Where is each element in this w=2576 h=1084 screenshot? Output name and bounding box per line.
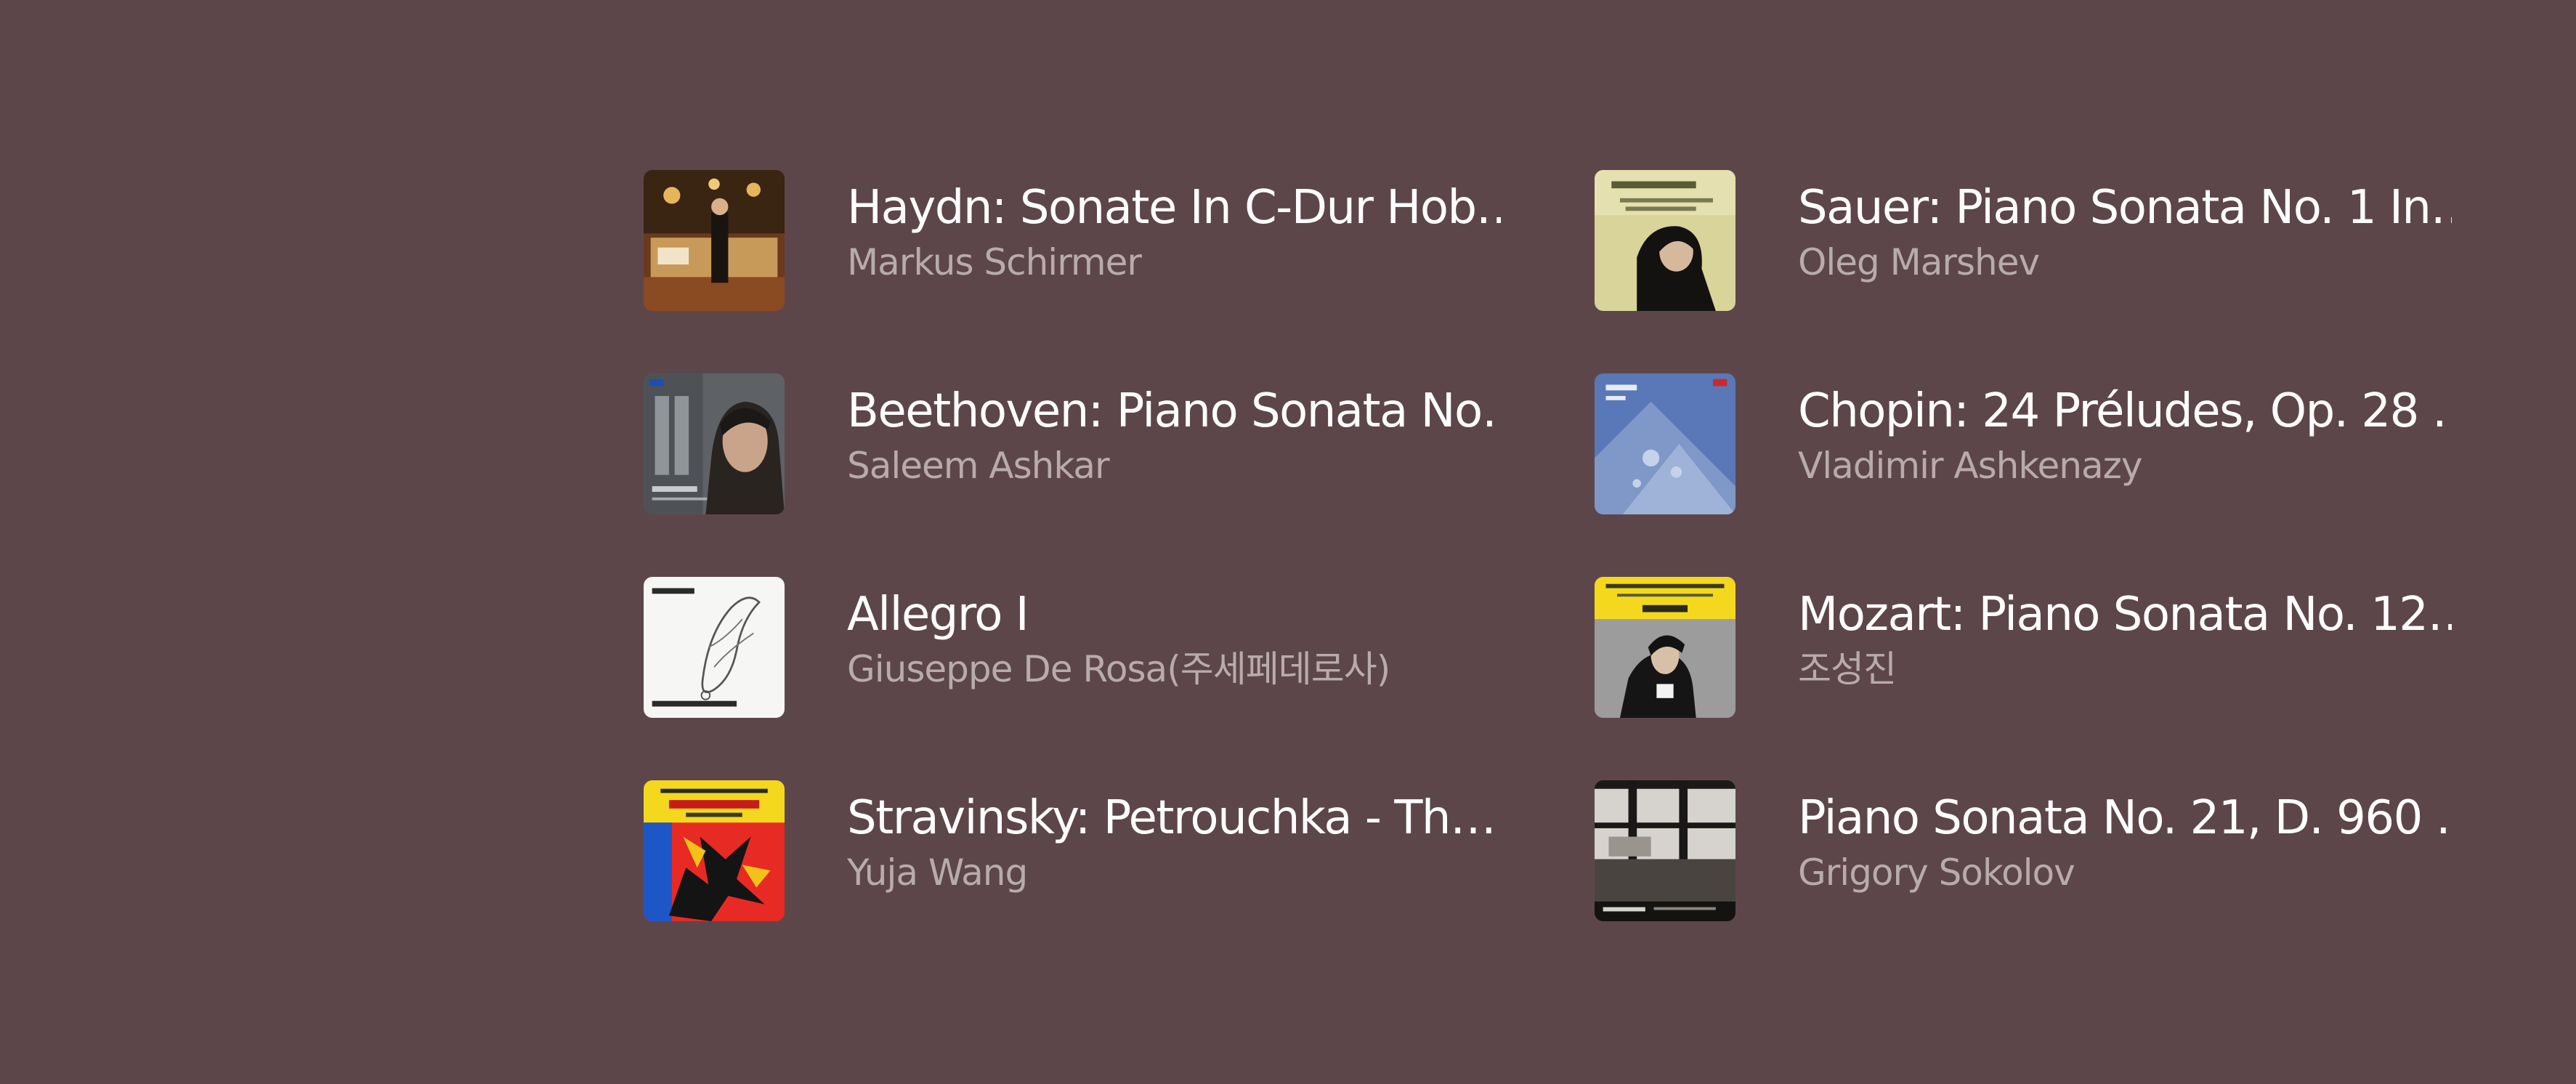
track-item-haydn[interactable]: Haydn: Sonate In C-Dur Hob… Markus Schir… [644,170,1595,373]
track-item-mozart[interactable]: Mozart: Piano Sonata No. 12… 조성진 [1595,577,2545,780]
track-artist[interactable]: Markus Schirmer [847,240,1501,285]
track-title[interactable]: Beethoven: Piano Sonata No… [847,382,1501,440]
album-cover-chopin[interactable] [1595,373,1735,514]
album-cover-allegro[interactable] [644,577,785,718]
track-title[interactable]: Chopin: 24 Préludes, Op. 28 … [1798,382,2452,440]
track-artist[interactable]: Giuseppe De Rosa(주세페데로사) [847,647,1501,692]
track-artist[interactable]: Oleg Marshev [1798,240,2452,285]
track-title[interactable]: Haydn: Sonate In C-Dur Hob… [847,179,1501,237]
track-artist[interactable]: Saleem Ashkar [847,443,1501,488]
track-artist[interactable]: Yuja Wang [847,850,1501,895]
album-cover-beethoven[interactable] [644,373,785,514]
track-grid: Haydn: Sonate In C-Dur Hob… Markus Schir… [644,170,2545,984]
track-item-sauer[interactable]: Sauer: Piano Sonata No. 1 In… Oleg Marsh… [1595,170,2545,373]
track-item-stravinsky[interactable]: Stravinsky: Petrouchka - Th… Yuja Wang [644,780,1595,984]
track-item-schubert[interactable]: Piano Sonata No. 21, D. 960 … Grigory So… [1595,780,2545,984]
track-artist[interactable]: Grigory Sokolov [1798,850,2452,895]
track-item-allegro[interactable]: Allegro I Giuseppe De Rosa(주세페데로사) [644,577,1595,780]
album-cover-haydn[interactable] [644,170,785,311]
track-title[interactable]: Mozart: Piano Sonata No. 12… [1798,586,2452,644]
track-item-beethoven[interactable]: Beethoven: Piano Sonata No… Saleem Ashka… [644,373,1595,577]
album-cover-mozart[interactable] [1595,577,1735,718]
track-title[interactable]: Stravinsky: Petrouchka - Th… [847,789,1501,847]
track-title[interactable]: Piano Sonata No. 21, D. 960 … [1798,789,2452,847]
album-cover-stravinsky[interactable] [644,780,785,921]
music-track-page: Haydn: Sonate In C-Dur Hob… Markus Schir… [0,0,2576,1084]
track-artist[interactable]: Vladimir Ashkenazy [1798,443,2452,488]
track-item-chopin[interactable]: Chopin: 24 Préludes, Op. 28 … Vladimir A… [1595,373,2545,577]
album-cover-schubert[interactable] [1595,780,1735,921]
track-title[interactable]: Allegro I [847,586,1501,644]
track-title[interactable]: Sauer: Piano Sonata No. 1 In… [1798,179,2452,237]
album-cover-sauer[interactable] [1595,170,1735,311]
track-artist[interactable]: 조성진 [1798,647,2452,692]
